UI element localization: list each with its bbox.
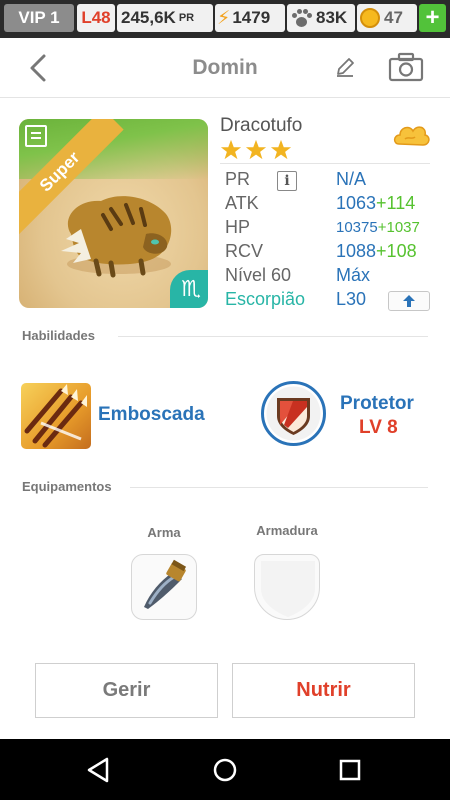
coin-icon	[360, 8, 380, 28]
add-currency-button[interactable]: +	[419, 4, 446, 32]
star-icon	[245, 139, 267, 160]
manage-button[interactable]: Gerir	[35, 663, 218, 718]
star-icon	[270, 139, 292, 160]
info-icon[interactable]: i	[277, 171, 297, 191]
status-bar: VIP 1 L48 245,6K PR ⚡ 1479 83K 47 +	[0, 0, 450, 38]
cloud-element-icon[interactable]	[391, 118, 431, 154]
energy-counter[interactable]: ⚡ 1479	[215, 4, 285, 32]
stats-divider	[220, 163, 430, 164]
weapon-label: Arma	[147, 525, 181, 540]
zodiac-label: Escorpião	[225, 289, 306, 309]
vip-badge[interactable]: VIP 1	[4, 4, 74, 32]
stat-label: PR	[225, 169, 251, 189]
system-navigation-bar	[0, 739, 450, 800]
paw-icon	[290, 8, 312, 28]
stat-bonus: +1037	[377, 219, 420, 236]
pet-portrait[interactable]: Super ♏	[19, 119, 208, 308]
paws-counter[interactable]: 83K	[287, 4, 355, 32]
stat-value: N/A	[336, 169, 367, 189]
zodiac-scorpio-icon: ♏	[170, 270, 208, 308]
paws-value: 83K	[316, 8, 348, 27]
power-value: 245,6K	[121, 8, 176, 27]
feed-button[interactable]: Nutrir	[232, 663, 415, 718]
nav-home-icon[interactable]	[210, 755, 240, 785]
star-icon	[220, 139, 242, 160]
star-rating	[220, 139, 292, 161]
stat-row-hp: HP 10375+1037	[225, 217, 435, 241]
weapon-slot[interactable]	[131, 554, 197, 620]
armor-slot[interactable]	[254, 554, 320, 620]
page-title: Domin	[192, 56, 258, 79]
vip-label: VIP 1	[18, 8, 60, 27]
player-level: L48	[77, 4, 115, 32]
stat-row-rcv: RCV 1088+108	[225, 241, 435, 265]
stat-value: Máx	[336, 265, 371, 285]
notes-icon[interactable]	[25, 125, 47, 147]
shield-placeholder-icon	[261, 561, 315, 617]
upgrade-zodiac-button[interactable]	[388, 291, 430, 311]
equipment-section-label: Equipamentos	[22, 479, 112, 494]
camera-icon[interactable]	[388, 52, 424, 82]
stat-row-level: Nível 60 Máx	[225, 265, 435, 289]
stat-label: Nível 60	[225, 265, 292, 285]
armor-label: Armadura	[256, 523, 318, 538]
nav-recents-icon[interactable]	[335, 755, 365, 785]
power-unit: PR	[178, 12, 195, 24]
pet-name: Dracotufo	[220, 115, 303, 136]
power-counter: 245,6K PR	[117, 4, 213, 32]
arrows-icon	[24, 384, 87, 448]
claw-weapon-icon	[144, 559, 187, 609]
header-bar: Domin	[0, 38, 450, 98]
stat-value-group: 1088+108	[336, 241, 417, 262]
stat-value-group: 10375+1037	[336, 219, 420, 236]
stat-label: HP	[225, 217, 251, 237]
edit-pencil-icon[interactable]	[334, 56, 356, 78]
stat-value: L30	[336, 289, 367, 309]
stat-row-pr: PR i N/A	[225, 169, 435, 193]
energy-value: 1479	[232, 8, 271, 27]
stat-label: RCV	[225, 241, 264, 261]
protector-skill-icon[interactable]	[260, 380, 327, 447]
coins-counter[interactable]: 47	[357, 4, 417, 32]
stat-value: 1063	[336, 193, 377, 213]
ambush-skill-icon[interactable]	[21, 383, 91, 449]
coins-value: 47	[384, 8, 403, 27]
skill-level: LV 8	[359, 417, 398, 438]
pet-creature-image	[61, 196, 172, 278]
stat-value: 1088	[336, 241, 377, 261]
stat-label: ATK	[225, 193, 259, 213]
stat-row-atk: ATK 1063+114	[225, 193, 435, 217]
lightning-icon: ⚡	[217, 7, 231, 29]
section-divider	[118, 336, 428, 337]
skill-name-ambush[interactable]: Emboscada	[98, 404, 205, 426]
nav-back-icon[interactable]	[83, 755, 113, 785]
stat-row-zodiac: Escorpião L30	[225, 289, 435, 313]
section-divider	[130, 487, 428, 488]
stat-bonus: +114	[376, 193, 416, 213]
arrow-up-icon	[403, 295, 415, 307]
stat-value-group: 1063+114	[336, 193, 415, 214]
plus-icon: +	[425, 4, 440, 31]
stat-bonus: +108	[376, 241, 417, 261]
skills-section-label: Habilidades	[22, 328, 95, 343]
stat-value: 10375	[336, 219, 378, 236]
skill-name-protector[interactable]: Protetor	[340, 393, 414, 415]
level-label: L48	[81, 8, 111, 27]
